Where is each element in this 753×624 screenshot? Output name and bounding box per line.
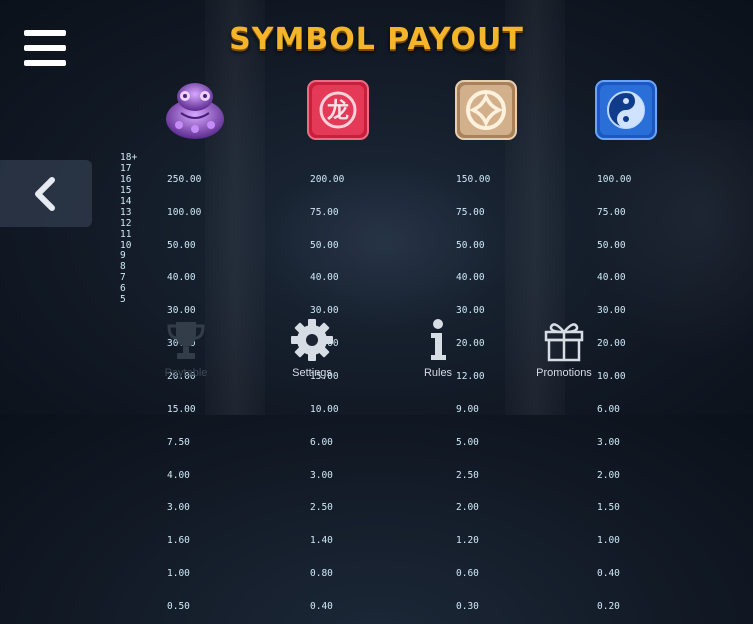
payout-value: 0.40: [310, 600, 333, 612]
payout-value: 2.00: [597, 469, 620, 481]
rules-label: Rules: [423, 367, 453, 379]
payout-value: 7.50: [167, 436, 190, 448]
payout-value: 0.30: [456, 600, 479, 612]
dragon-character-icon: 龙: [306, 79, 370, 141]
payout-value: 3.00: [167, 502, 190, 514]
payout-value: 10.00: [310, 403, 339, 415]
payout-value: 50.00: [167, 239, 196, 251]
payout-value: 5.00: [456, 436, 479, 448]
payout-value: 200.00: [310, 173, 345, 185]
payout-value: 30.00: [167, 305, 196, 317]
count-label: 11: [120, 228, 132, 240]
paytable-tab[interactable]: Paytable: [131, 318, 241, 379]
payout-value: 1.00: [167, 568, 190, 580]
payout-value: 30.00: [597, 305, 626, 317]
payout-value: 4.00: [167, 469, 190, 481]
payout-value: 40.00: [310, 272, 339, 284]
payout-value: 50.00: [456, 239, 485, 251]
payout-value: 150.00: [456, 173, 491, 185]
yin-yang-icon: [594, 79, 658, 141]
count-label: 5: [120, 294, 126, 306]
payout-value: 0.60: [456, 568, 479, 580]
payout-value: 30.00: [456, 305, 485, 317]
payout-value: 40.00: [456, 272, 485, 284]
paytable-label: Paytable: [164, 367, 208, 379]
payout-value: 1.40: [310, 535, 333, 547]
payout-value: 40.00: [167, 272, 196, 284]
payout-value: 75.00: [597, 206, 626, 218]
promotions-label: Promotions: [536, 367, 592, 379]
payout-column-purple-toad: 250.00 100.00 50.00 40.00 30.00 30.00 20…: [167, 153, 201, 624]
chevron-left-icon: [35, 177, 55, 211]
purple-toad-icon: [163, 79, 227, 141]
gear-icon: [257, 318, 367, 362]
payout-value: 6.00: [597, 403, 620, 415]
payout-value: 2.50: [310, 502, 333, 514]
payout-value: 1.50: [597, 502, 620, 514]
payout-value: 75.00: [456, 206, 485, 218]
svg-text:龙: 龙: [327, 99, 349, 124]
payout-value: 40.00: [597, 272, 626, 284]
payout-value: 50.00: [597, 239, 626, 251]
coin-icon: [454, 79, 518, 141]
payout-value: 0.80: [310, 568, 333, 580]
payout-value: 250.00: [167, 173, 202, 185]
payout-value: 3.00: [597, 436, 620, 448]
previous-page-button[interactable]: [0, 160, 92, 227]
trophy-icon: [131, 318, 241, 362]
symbol-count-column: 18+ 17 16 15 14 13 12 11 10 9 8 7 6 5: [120, 152, 137, 306]
payout-value: 1.60: [167, 535, 190, 547]
payout-value: 9.00: [456, 403, 479, 415]
payout-value: 100.00: [597, 173, 632, 185]
payout-value: 30.00: [310, 305, 339, 317]
payout-value: 1.00: [597, 535, 620, 547]
payout-value: 0.50: [167, 600, 190, 612]
page-title: SYMBOL PAYOUT: [229, 22, 524, 57]
payout-column-coin: 150.00 75.00 50.00 40.00 30.00 20.00 12.…: [456, 153, 490, 624]
promotions-tab[interactable]: Promotions: [509, 318, 619, 379]
count-label: 13: [120, 206, 132, 218]
gift-icon: [509, 318, 619, 362]
settings-label: Settings: [292, 367, 332, 379]
payout-value: 2.50: [456, 469, 479, 481]
payout-value: 2.00: [456, 502, 479, 514]
payout-value: 50.00: [310, 239, 339, 251]
rules-tab[interactable]: Rules: [383, 318, 493, 379]
payout-value: 100.00: [167, 206, 202, 218]
payout-value: 0.20: [597, 600, 620, 612]
payout-value: 6.00: [310, 436, 333, 448]
payout-column-yin-yang: 100.00 75.00 50.00 40.00 30.00 20.00 10.…: [597, 153, 631, 624]
payout-value: 3.00: [310, 469, 333, 481]
settings-tab[interactable]: Settings: [257, 318, 367, 379]
payout-value: 15.00: [167, 403, 196, 415]
info-icon: [383, 318, 493, 362]
payout-value: 0.40: [597, 568, 620, 580]
payout-column-dragon-character: 200.00 75.00 50.00 40.00 30.00 20.00 15.…: [310, 153, 344, 624]
payout-value: 1.20: [456, 535, 479, 547]
count-label: 12: [120, 217, 132, 229]
payout-value: 75.00: [310, 206, 339, 218]
